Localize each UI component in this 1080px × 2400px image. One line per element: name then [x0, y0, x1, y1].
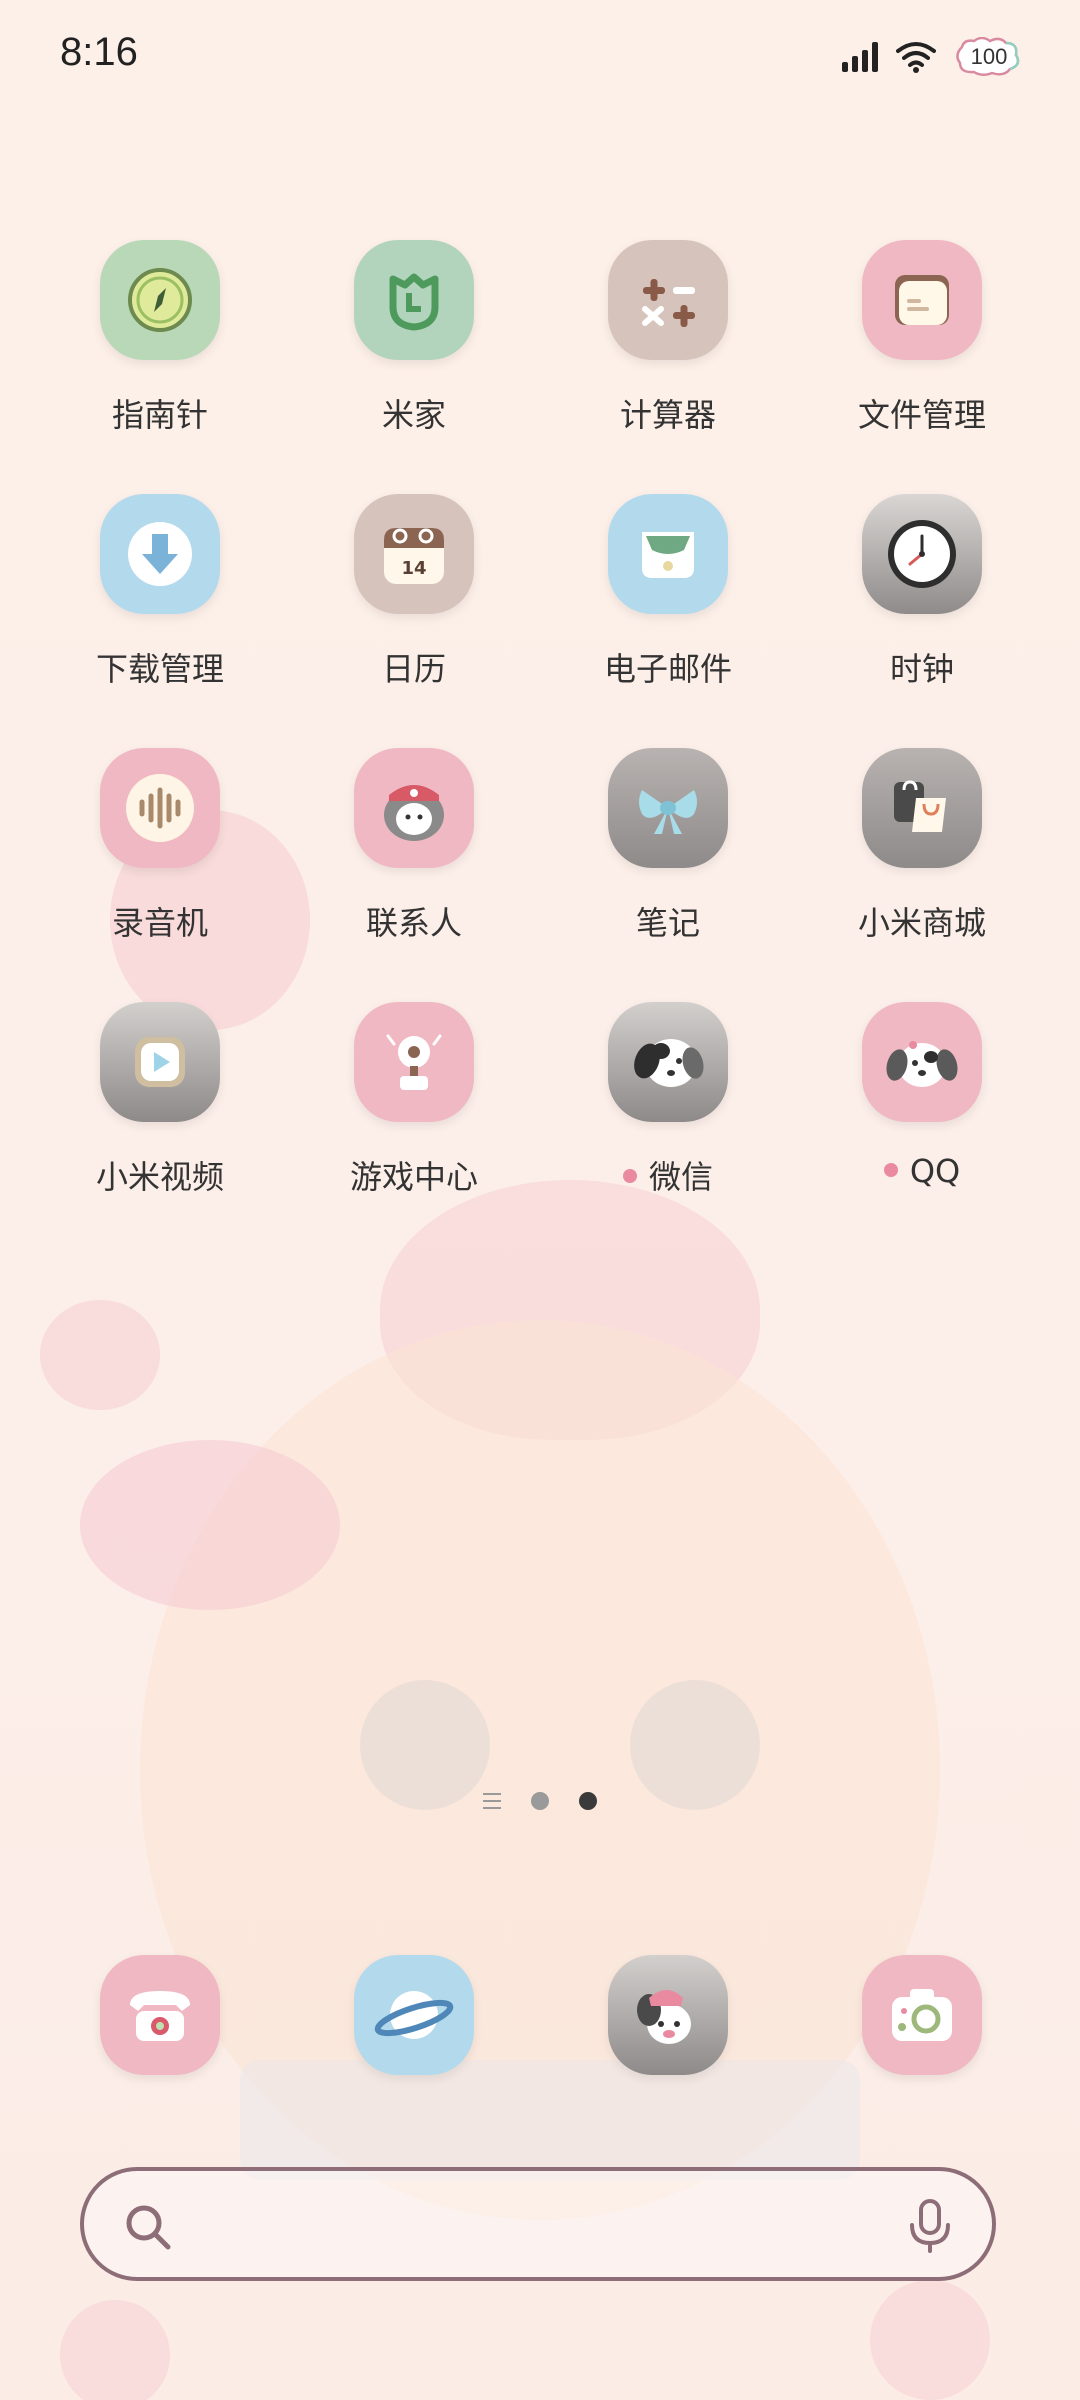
svg-text:14: 14	[401, 558, 426, 579]
app-drawer-icon[interactable]	[483, 1793, 501, 1809]
app-qq[interactable]: QQ	[802, 1002, 1042, 1212]
app-mi-video[interactable]: 小米视频	[40, 1002, 280, 1212]
app-notes[interactable]: 笔记	[548, 748, 788, 958]
cellular-signal-icon	[842, 42, 878, 72]
app-contacts[interactable]: 联系人	[294, 748, 534, 958]
app-label: QQ	[802, 1152, 1042, 1190]
app-recorder[interactable]: 录音机	[40, 748, 280, 958]
page-dot-1[interactable]	[531, 1792, 549, 1810]
app-label: 联系人	[365, 904, 462, 942]
app-wechat[interactable]: 微信	[548, 1002, 788, 1212]
app-compass[interactable]: 指南针	[40, 240, 280, 450]
app-game-center[interactable]: 游戏中心	[294, 1002, 534, 1212]
compass-icon	[100, 240, 220, 360]
app-label: 米家	[381, 396, 446, 434]
game-center-icon	[354, 1002, 474, 1122]
app-calendar[interactable]: 14 日历	[294, 494, 534, 704]
notification-dot	[883, 1163, 898, 1177]
app-label: 指南针	[111, 396, 208, 434]
search-bar[interactable]	[80, 2167, 996, 2281]
app-label: 小米商城	[857, 904, 986, 942]
shop-icon	[862, 748, 982, 868]
app-label: 小米视频	[95, 1158, 224, 1196]
app-email[interactable]: 电子邮件	[548, 494, 788, 704]
dock	[0, 1955, 1080, 2085]
app-clock[interactable]: 时钟	[802, 494, 1042, 704]
video-icon	[100, 1002, 220, 1122]
app-downloads[interactable]: 下载管理	[40, 494, 280, 704]
contacts-icon	[354, 748, 474, 868]
status-time: 8:16	[60, 30, 138, 74]
recorder-icon	[100, 748, 220, 868]
folder-icon	[862, 240, 982, 360]
page-dot-2-active[interactable]	[579, 1792, 597, 1810]
app-label: 日历	[381, 650, 446, 688]
status-bar: 8:16 100	[0, 0, 1080, 110]
camera-icon[interactable]	[862, 1955, 982, 2075]
battery-indicator: 100	[954, 37, 1024, 77]
messages-icon[interactable]	[608, 1955, 728, 2075]
notification-dot	[622, 1169, 637, 1183]
app-label: 计算器	[619, 396, 716, 434]
notes-icon	[608, 748, 728, 868]
app-label-text: 微信	[648, 1158, 713, 1196]
app-file-manager[interactable]: 文件管理	[802, 240, 1042, 450]
battery-level: 100	[970, 44, 1008, 69]
app-calculator[interactable]: 计算器	[548, 240, 788, 450]
calendar-icon: 14	[354, 494, 474, 614]
app-mijia[interactable]: 米家	[294, 240, 534, 450]
app-label: 电子邮件	[603, 650, 732, 688]
qq-icon	[862, 1002, 982, 1122]
microphone-icon[interactable]	[906, 2197, 954, 2255]
app-label: 游戏中心	[349, 1158, 478, 1196]
phone-icon[interactable]	[100, 1955, 220, 2075]
search-icon	[126, 2205, 171, 2250]
app-label: 文件管理	[857, 396, 986, 434]
browser-icon[interactable]	[354, 1955, 474, 2075]
email-icon	[608, 494, 728, 614]
mijia-icon	[354, 240, 474, 360]
app-label-text: QQ	[909, 1152, 961, 1190]
app-label: 时钟	[889, 650, 954, 688]
app-label: 录音机	[111, 904, 208, 942]
app-mi-store[interactable]: 小米商城	[802, 748, 1042, 958]
calculator-icon	[608, 240, 728, 360]
app-label: 微信	[548, 1152, 788, 1198]
clock-icon	[862, 494, 982, 614]
app-label: 下载管理	[95, 650, 224, 688]
wifi-icon	[896, 42, 936, 73]
page-indicator[interactable]	[0, 1792, 1080, 1810]
download-icon	[100, 494, 220, 614]
wechat-icon	[608, 1002, 728, 1122]
app-label: 笔记	[635, 904, 700, 942]
